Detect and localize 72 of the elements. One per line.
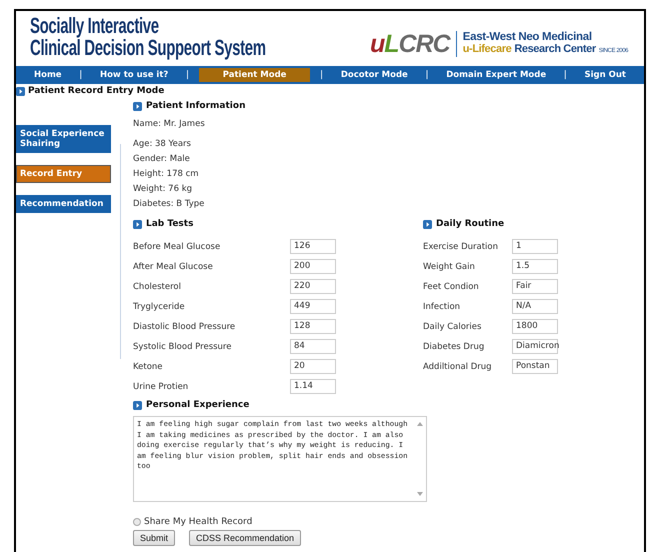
input-field[interactable]: Fair	[512, 279, 558, 294]
radio-label: Share My Health Record	[144, 517, 252, 527]
nav-link[interactable]: Docotor Mode	[332, 68, 416, 82]
scroll-down-icon[interactable]	[417, 492, 423, 496]
organization-name: Research Center	[514, 43, 596, 55]
section-heading: Personal Experience	[146, 400, 250, 410]
field-label: Exercise Duration	[423, 242, 499, 252]
field-label: Daily Calories	[423, 322, 482, 332]
nav-link[interactable]: Home	[26, 68, 70, 82]
radio-button[interactable]	[133, 518, 141, 526]
patient-detail: Name: Mr. James	[133, 118, 206, 131]
site-title: Clinical Decision Suppeort System	[30, 37, 266, 59]
input-field[interactable]: N/A	[512, 299, 558, 314]
nav-link[interactable]: Sign Out	[576, 68, 634, 82]
nav-link[interactable]: Patient Mode	[198, 68, 310, 82]
field-label: After Meal Glucose	[133, 262, 214, 272]
field-label: Urine Protien	[133, 382, 190, 392]
input-field[interactable]: 1	[512, 239, 558, 254]
section-heading: Patient Information	[146, 101, 246, 111]
organization-name: East-West Neo Medicinal	[462, 31, 593, 43]
field-label: Ketone	[133, 362, 164, 372]
section-heading: Lab Tests	[146, 219, 194, 229]
arrow-bullet-icon	[133, 400, 142, 410]
section-heading: Daily Routine	[436, 219, 504, 229]
sidebar-item[interactable]: Recommendation	[16, 195, 111, 213]
arrow-bullet-icon	[16, 86, 25, 96]
arrow-bullet-icon	[133, 102, 142, 110]
field-label: Weight Gain	[423, 262, 476, 272]
input-field[interactable]: 84	[290, 339, 336, 354]
field-label: Tryglyceride	[133, 302, 186, 312]
field-label: Before Meal Glucose	[133, 242, 222, 252]
input-field[interactable]: 1.5	[512, 259, 558, 274]
field-label: Systolic Blood Pressure	[133, 342, 232, 352]
input-field[interactable]: 126	[290, 239, 336, 254]
field-label: Diabetes Drug	[423, 342, 486, 352]
input-field[interactable]: Ponstan	[512, 359, 558, 374]
nav-separator: |	[186, 70, 190, 80]
field-label: Addiltional Drug	[423, 362, 493, 372]
sidebar-item[interactable]: Record Entry	[16, 165, 111, 183]
nav-link[interactable]: How to use it?	[92, 68, 176, 82]
input-field[interactable]: 449	[290, 299, 336, 314]
input-field[interactable]: 1800	[512, 319, 558, 334]
field-label: Cholesterol	[133, 282, 182, 292]
field-label: Diastolic Blood Pressure	[133, 322, 236, 332]
organization-name: u-Lifecare	[462, 43, 512, 55]
page-title: Patient Record Entry Mode	[28, 86, 164, 96]
logo: uLCRC	[370, 31, 457, 57]
form-button[interactable]: CDSS Recommendation	[189, 530, 302, 546]
patient-detail: Weight: 76 kg	[133, 183, 194, 196]
nav-separator: |	[79, 70, 82, 80]
input-field[interactable]: 220	[290, 279, 336, 294]
patient-detail: Gender: Male	[133, 153, 191, 166]
patient-detail: Diabetes: B Type	[133, 198, 206, 211]
form-button[interactable]: Submit	[133, 530, 176, 546]
field-label: Infection	[423, 302, 462, 312]
field-label: Feet Condion	[423, 282, 480, 292]
patient-detail: Height: 178 cm	[133, 168, 200, 181]
input-field[interactable]: 200	[290, 259, 336, 274]
patient-detail: Age: 38 Years	[133, 138, 192, 151]
input-field[interactable]: 128	[290, 319, 336, 334]
nav-separator: |	[564, 70, 567, 80]
nav-separator: |	[425, 70, 429, 80]
input-field[interactable]: 1.14	[290, 379, 336, 394]
site-title: Socially Interactive	[30, 15, 159, 37]
sidebar-item[interactable]: Social Experience Shairing	[16, 125, 111, 153]
input-field[interactable]: 20	[290, 359, 336, 374]
arrow-bullet-icon	[133, 220, 142, 228]
nav-link[interactable]: Domain Expert Mode	[438, 68, 554, 82]
scroll-up-icon[interactable]	[417, 422, 423, 426]
input-field[interactable]: Diamicron	[512, 339, 558, 354]
nav-separator: |	[320, 70, 324, 80]
arrow-bullet-icon	[423, 220, 432, 228]
